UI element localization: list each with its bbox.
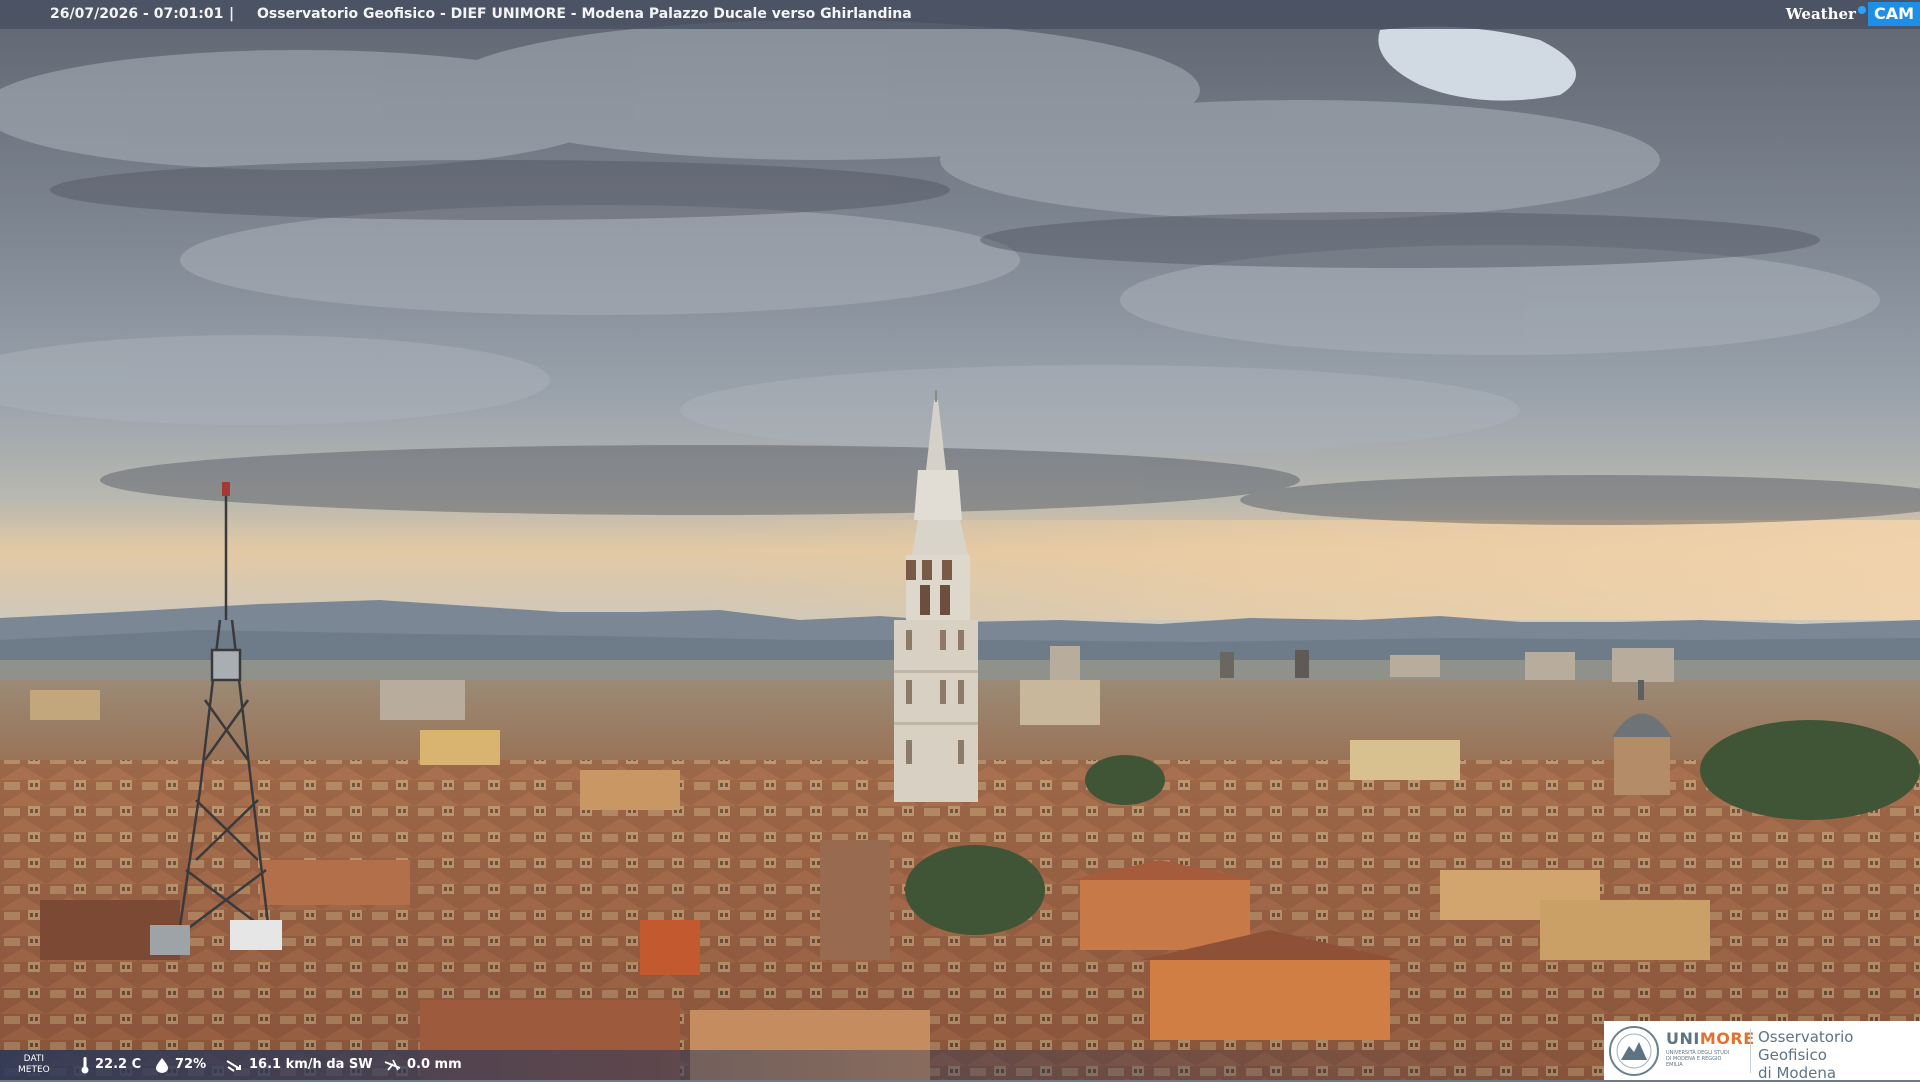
- caption-separator: |: [229, 6, 235, 22]
- unimore-wordmark: UNIMORE: [1666, 1029, 1755, 1048]
- wind-reading: 16.1 km/h da SW: [226, 1050, 373, 1080]
- unimore-wordmark-part2: MORE: [1699, 1029, 1755, 1048]
- meteo-label: DATI METEO: [18, 1054, 50, 1076]
- webcam-image: [0, 0, 1920, 1080]
- logo-divider: [1750, 1029, 1751, 1073]
- camera-caption: Osservatorio Geofisico - DIEF UNIMORE - …: [257, 6, 912, 22]
- weathercam-logo: Weather CAM: [1786, 2, 1920, 26]
- weathercam-cam-text: CAM: [1867, 2, 1920, 26]
- wind-value: 16.1 km/h da SW: [249, 1057, 373, 1072]
- datetime-label: 26/07/2026 - 07:01:01: [50, 6, 224, 22]
- meteo-label-line1: DATI: [23, 1054, 45, 1064]
- observatory-name-line1: Osservatorio Geofisico: [1758, 1028, 1854, 1064]
- caption-bar: 26/07/2026 - 07:01:01 | Osservatorio Geo…: [0, 0, 1920, 29]
- sky-sunrise-glow: [700, 520, 1920, 620]
- thermometer-icon: [81, 1057, 89, 1074]
- weathercam-weather-text: Weather: [1785, 5, 1856, 23]
- humidity-value: 72%: [175, 1057, 207, 1072]
- temperature-value: 22.2 C: [95, 1057, 142, 1072]
- temperature-reading: 22.2 C: [80, 1050, 141, 1080]
- meteo-label-line2: METEO: [18, 1065, 50, 1075]
- humidity-reading: 72%: [154, 1050, 206, 1080]
- unimore-seal-icon: [1609, 1026, 1659, 1076]
- humidity-drop-icon: [156, 1058, 168, 1073]
- weather-data-bar: DATI METEO 22.2 C 72% 16.1 km/h da SW 0.…: [0, 1050, 1600, 1080]
- unimore-subtitle: UNIVERSITÀ DEGLI STUDI DI MODENA E REGGI…: [1666, 1050, 1730, 1068]
- rain-icon: [384, 1059, 401, 1071]
- wind-icon: [226, 1060, 241, 1072]
- observatory-name: Osservatorio Geofisico di Modena: [1758, 1028, 1920, 1082]
- observatory-name-line2: di Modena: [1758, 1064, 1837, 1082]
- sun-dot-icon: [1857, 6, 1866, 14]
- unimore-logo-panel: UNIMORE UNIVERSITÀ DEGLI STUDI DI MODENA…: [1604, 1021, 1920, 1082]
- rain-value: 0.0 mm: [407, 1057, 462, 1072]
- unimore-wordmark-part1: UNI: [1666, 1029, 1700, 1048]
- rain-reading: 0.0 mm: [384, 1050, 462, 1080]
